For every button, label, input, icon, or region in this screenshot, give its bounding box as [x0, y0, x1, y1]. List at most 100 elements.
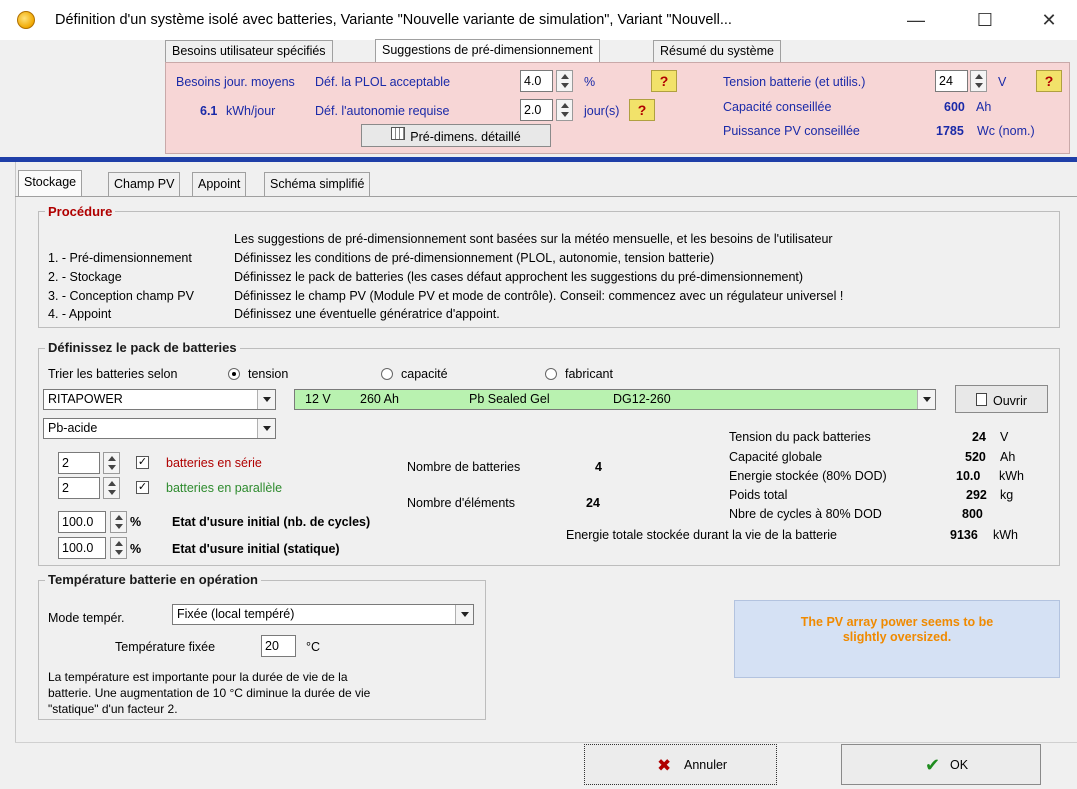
plol-label: Déf. la PLOL acceptable — [315, 75, 451, 89]
procedure-step-label: 1. - Pré-dimensionnement — [48, 251, 192, 265]
procedure-title: Procédure — [45, 204, 116, 219]
pv-power-value: 1785 — [936, 124, 964, 138]
procedure-step-label: 3. - Conception champ PV — [48, 289, 194, 303]
plol-spinner[interactable] — [556, 70, 573, 92]
wear-cycles-spinner[interactable] — [110, 511, 127, 533]
series-label: batteries en série — [166, 456, 262, 470]
tab-storage[interactable]: Stockage — [18, 170, 83, 197]
stat-value: 800 — [962, 507, 983, 521]
detailed-presizing-label: Pré-dimens. détaillé — [410, 130, 521, 144]
procedure-step-label: 2. - Stockage — [48, 270, 122, 284]
stat-label: Capacité globale — [729, 450, 823, 464]
battery-voltage: 12 V — [305, 392, 331, 406]
wear-cycles-input[interactable]: 100.0 — [58, 511, 106, 533]
stat-unit: kg — [1000, 488, 1014, 502]
checkmark-icon: ✔ — [925, 755, 941, 775]
lifetime-energy-value: 9136 — [950, 528, 978, 542]
chevron-down-icon — [455, 605, 473, 624]
stat-unit: V — [1000, 430, 1009, 444]
parallel-count-spinner[interactable] — [103, 477, 120, 499]
autonomy-label: Déf. l'autonomie requise — [315, 104, 450, 118]
sort-capacity-radio[interactable] — [381, 368, 393, 380]
nb-elements-label: Nombre d'éléments — [407, 496, 515, 510]
voltage-help-button[interactable]: ? — [1036, 70, 1062, 92]
sort-voltage-radio[interactable] — [228, 368, 240, 380]
wear-static-percent: % — [130, 542, 142, 556]
temp-mode-value: Fixée (local tempéré) — [177, 607, 295, 621]
title-bar: Définition d'un système isolé avec batte… — [0, 0, 1077, 40]
autonomy-input[interactable]: 2.0 — [520, 99, 553, 121]
needs-unit: kWh/jour — [226, 104, 276, 118]
stat-value: 24 — [972, 430, 986, 444]
wear-static-input[interactable]: 100.0 — [58, 537, 106, 559]
voltage-spinner[interactable] — [970, 70, 987, 92]
tab-backup[interactable]: Appoint — [192, 172, 247, 196]
tab-system-summary[interactable]: Résumé du système — [653, 40, 781, 62]
plol-unit: % — [584, 75, 596, 89]
wear-cycles-percent: % — [130, 515, 142, 529]
maximize-button[interactable]: ☐ — [962, 6, 1008, 34]
sort-voltage-label: tension — [248, 367, 289, 381]
temp-note-line: La température est importante pour la du… — [48, 670, 348, 684]
temp-mode-label: Mode tempér. — [48, 611, 125, 625]
close-button[interactable]: ✕ — [1026, 6, 1072, 34]
ok-button[interactable]: ✔ OK — [841, 744, 1041, 785]
cancel-button-label: Annuler — [684, 758, 728, 772]
plol-input[interactable]: 4.0 — [520, 70, 553, 92]
autonomy-help-button[interactable]: ? — [629, 99, 655, 121]
nb-elements-value: 24 — [586, 496, 600, 510]
wear-static-label: Etat d'usure initial (statique) — [172, 542, 340, 556]
series-count-input[interactable]: 2 — [58, 452, 100, 474]
detailed-presizing-button[interactable]: Pré-dimens. détaillé — [361, 124, 551, 147]
procedure-intro: Les suggestions de pré-dimensionnement s… — [234, 232, 833, 246]
nb-batteries-value: 4 — [595, 460, 602, 474]
battery-model-select[interactable]: 12 V 260 Ah Pb Sealed Gel DG12-260 — [294, 389, 936, 410]
chevron-down-icon — [917, 390, 935, 409]
procedure-step-text: Définissez une éventuelle génératrice d'… — [234, 307, 500, 321]
parallel-label: batteries en parallèle — [166, 481, 283, 495]
document-icon — [975, 393, 987, 406]
nb-batteries-label: Nombre de batteries — [407, 460, 521, 474]
stat-unit: kWh — [999, 469, 1024, 483]
parallel-checkbox[interactable]: ✓ — [136, 481, 149, 494]
tab-baseline — [15, 196, 1077, 197]
lifetime-energy-unit: kWh — [993, 528, 1018, 542]
needs-label: Besoins jour. moyens — [176, 75, 295, 89]
plol-help-button[interactable]: ? — [651, 70, 677, 92]
temp-mode-select[interactable]: Fixée (local tempéré) — [172, 604, 474, 625]
stat-label: Poids total — [729, 488, 788, 502]
tab-pv-array[interactable]: Champ PV — [108, 172, 181, 196]
tab-user-needs[interactable]: Besoins utilisateur spécifiés — [165, 40, 333, 62]
fixed-temp-label: Température fixée — [115, 640, 216, 654]
voltage-input[interactable]: 24 — [935, 70, 968, 92]
manufacturer-select[interactable]: RITAPOWER — [43, 389, 276, 410]
wear-cycles-label: Etat d'usure initial (nb. de cycles) — [172, 515, 371, 529]
tab-simplified-schema[interactable]: Schéma simplifié — [264, 172, 371, 196]
window-title: Définition d'un système isolé avec batte… — [55, 12, 732, 28]
tab-presizing-suggestions[interactable]: Suggestions de pré-dimensionnement — [375, 39, 600, 63]
stat-label: Energie stockée (80% DOD) — [729, 469, 887, 483]
series-count-spinner[interactable] — [103, 452, 120, 474]
sort-manufacturer-radio[interactable] — [545, 368, 557, 380]
autonomy-spinner[interactable] — [556, 99, 573, 121]
battery-technology-select[interactable]: Pb-acide — [43, 418, 276, 439]
needs-value: 6.1 — [200, 104, 218, 118]
voltage-unit: V — [998, 75, 1007, 89]
pv-power-label: Puissance PV conseillée — [723, 124, 860, 138]
voltage-label: Tension batterie (et utilis.) — [723, 75, 866, 89]
open-button[interactable]: Ouvrir — [955, 385, 1048, 413]
temp-note-line: "statique" d'un facteur 2. — [48, 702, 178, 716]
minimize-button[interactable]: — — [893, 6, 939, 34]
pv-power-unit: Wc (nom.) — [977, 124, 1035, 138]
wear-static-spinner[interactable] — [110, 537, 127, 559]
series-checkbox[interactable]: ✓ — [136, 456, 149, 469]
lifetime-energy-label: Energie totale stockée durant la vie de … — [566, 528, 838, 542]
capacity-value: 600 — [944, 100, 965, 114]
procedure-step-text: Définissez le champ PV (Module PV et mod… — [234, 289, 844, 303]
stat-label: Tension du pack batteries — [729, 430, 871, 444]
fixed-temp-input[interactable]: 20 — [261, 635, 296, 657]
battery-technology: Pb Sealed Gel — [469, 392, 550, 406]
battery-pack-title: Définissez le pack de batteries — [45, 340, 240, 355]
parallel-count-input[interactable]: 2 — [58, 477, 100, 499]
cancel-button[interactable]: ✖ Annuler — [584, 744, 777, 785]
